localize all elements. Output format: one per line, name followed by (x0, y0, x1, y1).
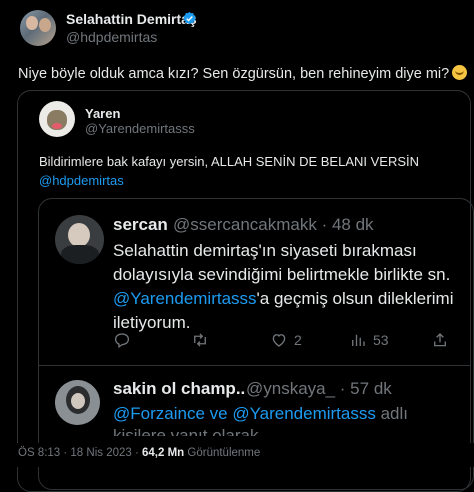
views-count: 53 (373, 332, 389, 348)
quoted-author-avatar[interactable] (39, 101, 75, 137)
reply2-mention2: @Yarendemirtasss (232, 404, 376, 423)
share-icon (434, 333, 446, 347)
quoted-author-handle[interactable]: @Yarendemirtasss (85, 121, 195, 136)
reply2-author-handle: @ynskaya_ · 57 dk (246, 379, 392, 398)
like-count: 2 (294, 332, 302, 348)
reply2-author-name: sakin ol champ.. (113, 379, 246, 398)
retweet-icon (194, 333, 206, 347)
quoted-mention-link[interactable]: @hdpdemirtas (39, 171, 459, 190)
author-name[interactable]: Selahattin Demirtaş (66, 11, 197, 27)
reply1-avatar (55, 215, 104, 264)
reply2-text-tail: adlı (375, 404, 408, 423)
reply-icon (114, 333, 130, 349)
like-icon (272, 334, 286, 347)
reply1-author-handle: @ssercancakmakk · 48 dk (173, 215, 374, 234)
reply1-mention: @Yarendemirtasss (113, 289, 257, 308)
reply2-avatar (55, 380, 100, 425)
quoted-tweet-text: Bildirimlere bak kafayı yersin, ALLAH SE… (39, 152, 459, 190)
quoted-author-name[interactable]: Yaren (85, 106, 120, 121)
reply2-reply-context: @Forzaince ve @Yarendemirtasss adlı (113, 402, 463, 426)
tweet-text: Niye böyle olduk amca kızı? Sen özgürsün… (18, 65, 468, 82)
reply-divider (39, 365, 471, 366)
verified-badge-icon (183, 11, 196, 25)
reply1-text: Selahattin demirtaş'ın siyaseti bırakmas… (113, 239, 463, 335)
like-action: 2 (270, 331, 302, 349)
views-icon (352, 334, 365, 346)
reply1-text-a: Selahattin demirtaş'ın siyaseti bırakmas… (113, 241, 451, 284)
tweet-meta: ÖS 8:13 · 18 Nis 2023 · 64,2 Mn Görüntül… (18, 447, 260, 459)
reply1-author-name: sercan (113, 215, 168, 234)
share-action (431, 331, 449, 349)
reply2-connector: ve (204, 404, 233, 423)
tweet-timestamp[interactable]: ÖS 8:13 · 18 Nis 2023 · (18, 447, 142, 459)
views-label: Görüntülenme (184, 447, 261, 459)
retweet-action (191, 331, 215, 349)
quoted-text-line: Bildirimlere bak kafayı yersin, ALLAH SE… (39, 154, 420, 169)
author-avatar[interactable] (20, 10, 56, 46)
reply1-action-bar: 2 53 (113, 331, 463, 351)
views-number[interactable]: 64,2 Mn (142, 447, 184, 459)
smile-emoji-icon (452, 65, 468, 80)
reply2-mention1: @Forzaince (113, 404, 205, 423)
tweet-body: Niye böyle olduk amca kızı? Sen özgürsün… (18, 66, 450, 82)
views-action: 53 (349, 331, 389, 349)
reply-action (113, 331, 137, 349)
author-handle[interactable]: @hdpdemirtas (66, 29, 157, 45)
